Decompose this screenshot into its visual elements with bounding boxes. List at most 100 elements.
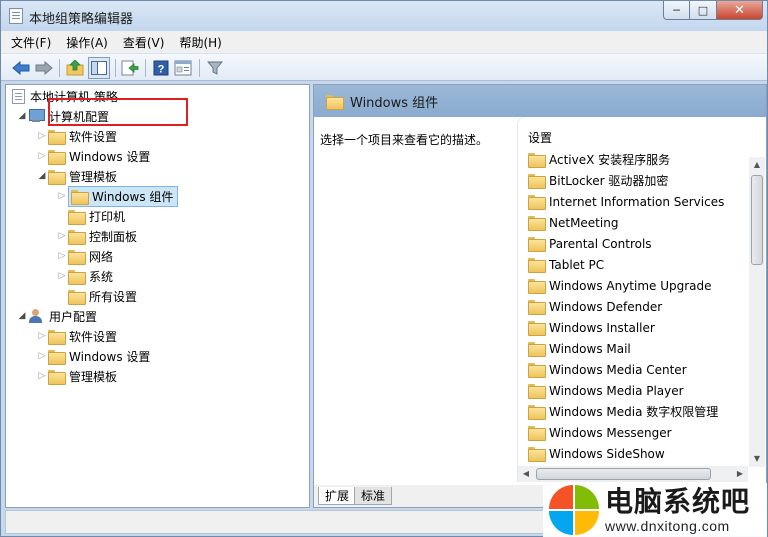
expanded-arrow-icon[interactable]: ◢ [16, 311, 28, 321]
back-icon [12, 61, 30, 75]
help-icon: ? [153, 60, 169, 76]
tab-extended[interactable]: 扩展 [318, 487, 357, 505]
windows-logo-icon [549, 485, 599, 535]
tree-node-network[interactable]: ▷ 网络 [56, 246, 113, 266]
close-button[interactable]: ✕ [717, 1, 763, 20]
list-item[interactable]: Windows Media Player [528, 380, 684, 401]
list-item[interactable]: Windows Defender [528, 296, 662, 317]
scroll-up-icon[interactable]: ▲ [749, 157, 765, 173]
collapsed-arrow-icon[interactable]: ▷ [56, 191, 68, 201]
expanded-arrow-icon[interactable]: ◢ [36, 171, 48, 181]
list-item-label: BitLocker 驱动器加密 [549, 174, 669, 188]
maximize-button[interactable]: □ [690, 1, 717, 20]
tree-node-system[interactable]: ▷ 系统 [56, 266, 113, 286]
list-item[interactable]: Windows SideShow [528, 443, 665, 464]
tree-node-cc-software[interactable]: ▷ 软件设置 [36, 126, 117, 146]
watermark-text: 电脑系统吧 www.dnxitong.com [605, 486, 750, 535]
folder-icon [48, 169, 66, 185]
list-item-label: NetMeeting [549, 215, 619, 230]
collapsed-arrow-icon[interactable]: ▷ [36, 331, 48, 341]
menu-file[interactable]: 文件(F) [11, 34, 51, 51]
list-item-label: Windows Messenger [549, 425, 672, 440]
list-item[interactable]: Windows Media Center [528, 359, 687, 380]
tree-label: 打印机 [89, 209, 126, 224]
scroll-right-icon[interactable]: ▶ [732, 466, 748, 482]
folder-icon [68, 229, 86, 245]
tree-node-control-panel[interactable]: ▷ 控制面板 [56, 226, 137, 246]
title-bar[interactable]: 本地组策略编辑器 ─ □ ✕ [1, 1, 767, 31]
list-item[interactable]: Internet Information Services [528, 191, 724, 212]
column-header-settings[interactable]: 设置 [528, 129, 552, 146]
tree-node-user-config[interactable]: ◢ 用户配置 [16, 306, 97, 326]
vertical-scrollbar[interactable]: ▲ ▼ [749, 157, 765, 467]
horizontal-scrollbar[interactable]: ◀ ▶ [518, 466, 748, 482]
list-item[interactable]: Windows Mail [528, 338, 631, 359]
forward-button[interactable] [34, 58, 54, 78]
list-item[interactable]: ActiveX 安装程序服务 [528, 149, 670, 170]
menu-help[interactable]: 帮助(H) [179, 34, 221, 51]
collapsed-arrow-icon[interactable]: ▷ [56, 271, 68, 281]
tree-node-uc-software[interactable]: ▷ 软件设置 [36, 326, 117, 346]
folder-icon [528, 279, 546, 294]
export-list-button[interactable] [120, 58, 140, 78]
up-folder-icon [66, 60, 84, 76]
collapsed-arrow-icon[interactable]: ▷ [36, 151, 48, 161]
list-item[interactable]: Windows Media 数字权限管理 [528, 401, 718, 422]
list-item-label: Windows Mail [549, 341, 631, 356]
tree-node-printers[interactable]: 打印机 [68, 206, 125, 226]
tree-node-cc-admin[interactable]: ◢ 管理模板 [36, 166, 117, 186]
tree-node-uc-windows[interactable]: ▷ Windows 设置 [36, 346, 150, 366]
collapsed-arrow-icon[interactable]: ▷ [56, 251, 68, 261]
up-folder-button[interactable] [65, 58, 85, 78]
properties-button[interactable] [173, 58, 193, 78]
show-hide-tree-icon [91, 61, 107, 75]
filter-icon [207, 61, 223, 75]
list-item-label: Windows Installer [549, 320, 655, 335]
collapsed-arrow-icon[interactable]: ▷ [36, 351, 48, 361]
details-title: Windows 组件 [350, 95, 439, 111]
tab-standard[interactable]: 标准 [354, 487, 393, 505]
scroll-down-icon[interactable]: ▼ [749, 451, 765, 467]
show-hide-tree-button[interactable] [88, 57, 110, 79]
list-item[interactable]: Windows Installer [528, 317, 655, 338]
expanded-arrow-icon[interactable]: ◢ [16, 111, 28, 121]
tree-node-uc-admin[interactable]: ▷ 管理模板 [36, 366, 117, 386]
tree-node-cc-windows[interactable]: ▷ Windows 设置 [36, 146, 150, 166]
list-item[interactable]: NetMeeting [528, 212, 618, 233]
folder-icon [48, 369, 66, 385]
horizontal-scroll-thumb[interactable] [536, 468, 711, 480]
app-window: 本地组策略编辑器 ─ □ ✕ 文件(F) 操作(A) 查看(V) 帮助(H) ?… [0, 0, 768, 537]
scroll-left-icon[interactable]: ◀ [518, 466, 534, 482]
list-item-label: Windows Anytime Upgrade [549, 278, 712, 293]
minimize-button[interactable]: ─ [663, 1, 690, 20]
list-item[interactable]: Parental Controls [528, 233, 652, 254]
list-item[interactable]: Windows Anytime Upgrade [528, 275, 712, 296]
watermark: 电脑系统吧 www.dnxitong.com [543, 483, 767, 537]
help-button[interactable]: ? [151, 58, 171, 78]
list-item[interactable]: Windows Messenger [528, 422, 672, 443]
svg-text:?: ? [158, 64, 165, 76]
tree-node-windows-components[interactable]: ▷ Windows 组件 [56, 185, 179, 207]
scroll-thumb[interactable] [751, 175, 763, 265]
list-item[interactable]: BitLocker 驱动器加密 [528, 170, 668, 191]
menu-action[interactable]: 操作(A) [66, 34, 108, 51]
tree-label: 控制面板 [89, 229, 138, 244]
collapsed-arrow-icon[interactable]: ▷ [36, 131, 48, 141]
details-header: Windows 组件 [314, 85, 766, 117]
folder-icon [528, 405, 546, 420]
collapsed-arrow-icon[interactable]: ▷ [36, 371, 48, 381]
properties-icon [174, 60, 192, 76]
selected-node[interactable]: Windows 组件 [68, 185, 179, 207]
console-tree[interactable]: 本地计算机 策略 ◢ 计算机配置 ▷ 软件设置 ▷ Windows 设置 ◢ 管… [5, 84, 310, 508]
tree-node-all-settings[interactable]: 所有设置 [68, 286, 137, 306]
folder-icon [528, 174, 546, 189]
settings-list[interactable]: 设置 ActiveX 安装程序服务 BitLocker 驱动器加密 Internet… [518, 117, 766, 482]
watermark-url: www.dnxitong.com [605, 518, 730, 534]
menu-view[interactable]: 查看(V) [123, 34, 165, 51]
back-button[interactable] [11, 58, 31, 78]
tree-label: 软件设置 [69, 329, 118, 344]
filter-button[interactable] [205, 58, 225, 78]
list-item[interactable]: Tablet PC [528, 254, 604, 275]
folder-icon [48, 149, 66, 165]
collapsed-arrow-icon[interactable]: ▷ [56, 231, 68, 241]
